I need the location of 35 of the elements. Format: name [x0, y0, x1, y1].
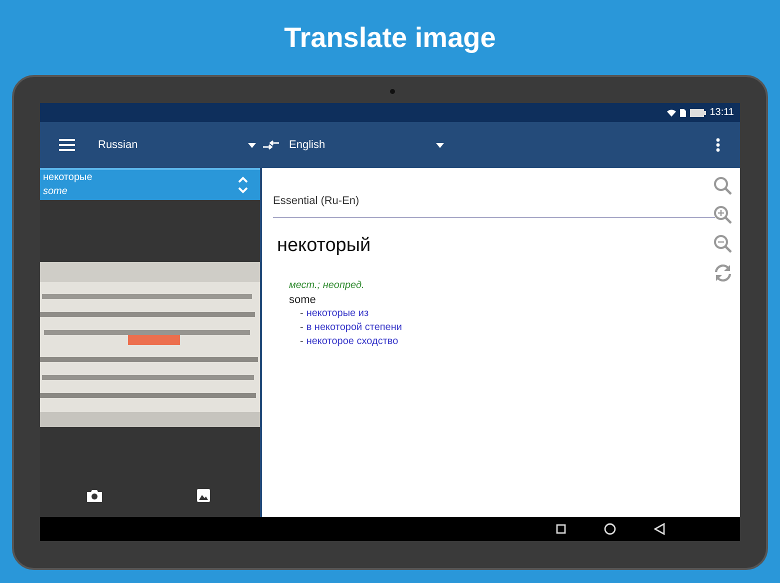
swap-arrows-icon[interactable]: [263, 139, 279, 151]
back-icon[interactable]: [654, 523, 665, 535]
headline: Translate image: [284, 20, 496, 55]
battery-icon: [690, 108, 706, 116]
list-dash: -: [300, 320, 304, 334]
zoom-in-icon[interactable]: [713, 205, 733, 225]
example-link[interactable]: некоторое сходство: [306, 334, 398, 348]
source-language-dropdown[interactable]: Russian: [98, 136, 256, 154]
sim-card-icon: [680, 108, 686, 116]
search-icon[interactable]: [713, 176, 733, 196]
example-link[interactable]: в некоторой степени: [306, 320, 402, 334]
gallery-icon[interactable]: [197, 488, 210, 502]
zoom-out-icon[interactable]: [713, 234, 733, 254]
part-of-speech: мест.; неопред.: [289, 278, 366, 292]
headword: некоторый: [277, 234, 371, 258]
recognized-word: некоторые: [43, 171, 92, 185]
recent-apps-icon[interactable]: [556, 524, 566, 534]
refresh-icon[interactable]: [713, 263, 733, 283]
clock-time: 13:11: [710, 106, 734, 120]
camera-lens-icon: [390, 89, 395, 94]
list-dash: -: [300, 306, 304, 320]
home-icon[interactable]: [604, 523, 616, 535]
menu-icon[interactable]: [59, 139, 75, 151]
example-link[interactable]: некоторые из: [306, 306, 369, 320]
list-dash: -: [300, 334, 304, 348]
dropdown-caret-icon: [248, 142, 256, 148]
camera-icon[interactable]: [87, 488, 102, 502]
wifi-icon: [666, 108, 676, 116]
more-options-icon[interactable]: [716, 138, 720, 152]
word-translation: some: [43, 185, 68, 199]
up-down-chevron-icon[interactable]: [238, 175, 248, 195]
translation: some: [289, 292, 317, 306]
dictionary-header: Essential (Ru-En): [273, 186, 715, 218]
dropdown-caret-icon: [436, 142, 444, 148]
target-language-dropdown[interactable]: English: [289, 136, 444, 154]
